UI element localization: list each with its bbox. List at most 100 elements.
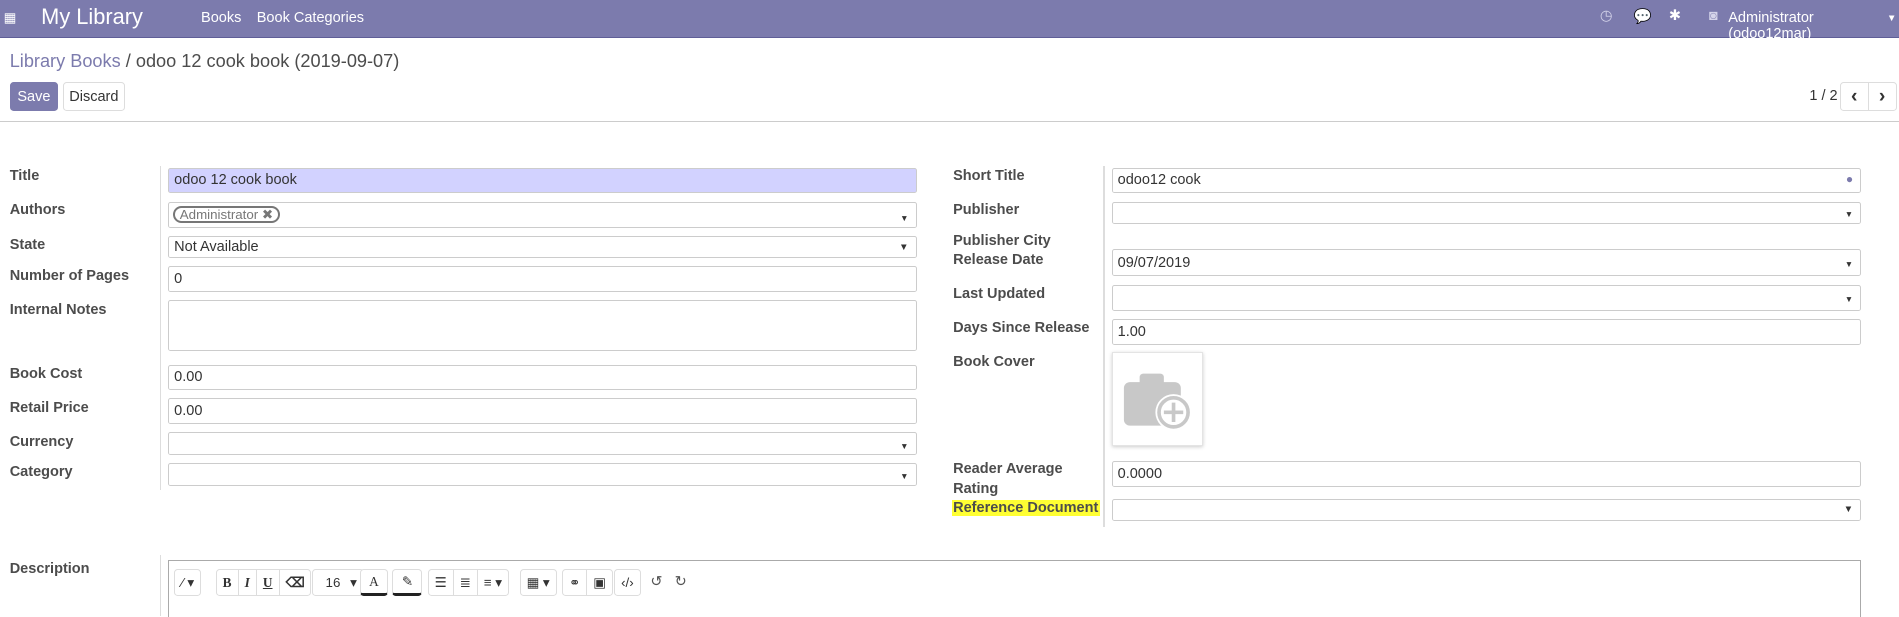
authors-input[interactable]: Administrator ✖ ▼ [168, 202, 917, 228]
category-input[interactable]: ▼ [168, 462, 917, 486]
state-select[interactable]: Not Available ▼ [168, 236, 917, 258]
authors-label: Authors [9, 202, 66, 219]
dropdown-caret-icon[interactable]: ▼ [900, 471, 908, 481]
image-icon[interactable]: ▣ [587, 570, 612, 595]
days-since-label: Days Since Release [953, 319, 1090, 336]
release-date-input[interactable]: 09/07/2019 ▼ [1111, 249, 1862, 277]
table-icon[interactable]: ▦ ▾ [521, 570, 556, 595]
publisher-input[interactable]: ▼ [1111, 202, 1862, 225]
short-title-input[interactable]: odoo12 cook ● [1111, 168, 1862, 193]
avatar-camera-icon: ◙ [1708, 8, 1718, 25]
apps-grid-icon[interactable]: ▦ [4, 10, 17, 26]
code-view-button[interactable]: ‹/› [614, 569, 641, 596]
publisher-city-label: Publisher City [953, 232, 1051, 249]
code-icon[interactable]: ‹/› [615, 570, 640, 595]
bug-icon[interactable]: ✱ [1669, 8, 1681, 24]
author-tag: Administrator ✖ [172, 206, 280, 224]
insert-group: ⚭ ▣ [561, 569, 613, 596]
title-input[interactable]: odoo 12 cook book [168, 168, 917, 193]
last-updated-label: Last Updated [953, 285, 1046, 302]
font-size-dropdown[interactable]: 16 ▾ [312, 569, 364, 596]
state-label: State [9, 237, 46, 254]
dropdown-caret-icon[interactable]: ▼ [1845, 259, 1853, 269]
dropdown-caret-icon[interactable]: ▼ [900, 441, 908, 451]
list-group: ☰ ≣ ≡ ▾ [427, 569, 510, 596]
notes-textarea[interactable] [168, 300, 917, 352]
magic-wand-icon[interactable]: ⁄ ▾ [175, 570, 200, 595]
book-cover-label: Book Cover [953, 353, 1035, 370]
style-dropdown[interactable]: ⁄ ▾ [174, 569, 202, 596]
clock-icon[interactable]: ◷ [1600, 8, 1613, 24]
last-updated-input[interactable]: ▼ [1111, 284, 1862, 312]
title-label: Title [9, 168, 40, 185]
notes-label: Internal Notes [9, 301, 107, 318]
eraser-icon[interactable]: ⌫ [280, 570, 311, 595]
app-title: My Library [41, 3, 143, 29]
remove-tag-icon[interactable]: ✖ [262, 207, 273, 223]
release-date-label: Release Date [953, 251, 1044, 268]
dropdown-caret-icon[interactable]: ▼ [1845, 294, 1853, 304]
rating-input[interactable]: 0.0000 [1111, 461, 1862, 487]
font-style-group: B I U ⌫ [215, 569, 312, 596]
save-button[interactable]: Save [9, 82, 59, 112]
breadcrumb: Library Books / odoo 12 cook book (2019-… [10, 51, 400, 72]
caret-down-icon[interactable]: ▼ [1887, 13, 1897, 24]
reference-document-select[interactable]: ▼ [1111, 498, 1862, 521]
reference-document-label: Reference Document [951, 500, 1100, 517]
redo-icon[interactable]: ↻ [675, 574, 687, 590]
font-size-value: 16 [325, 575, 341, 591]
chat-icon[interactable]: 💬 [1634, 8, 1652, 25]
currency-input[interactable]: ▼ [168, 432, 917, 456]
category-label: Category [9, 463, 73, 480]
description-label: Description [9, 560, 90, 577]
discard-button[interactable]: Discard [62, 82, 125, 112]
dropdown-caret-icon[interactable]: ▼ [900, 213, 908, 223]
menu-books[interactable]: Books [201, 10, 241, 26]
retail-label: Retail Price [9, 399, 89, 416]
select-caret-icon: ▼ [1843, 503, 1854, 515]
camera-plus-icon [1123, 374, 1192, 431]
rating-label-line2: Rating [953, 480, 999, 497]
divider [0, 121, 1899, 123]
bold-icon[interactable]: B [217, 570, 239, 595]
cost-input[interactable]: 0.00 [168, 364, 917, 390]
breadcrumb-separator: / [125, 50, 131, 71]
align-dropdown-icon[interactable]: ≡ ▾ [478, 570, 508, 595]
menu-book-categories[interactable]: Book Categories [257, 10, 364, 26]
group-separator [159, 554, 162, 617]
font-color-icon[interactable]: A [359, 569, 389, 596]
link-icon[interactable]: ⚭ [563, 570, 588, 595]
pager-value: 1 / 2 [1809, 88, 1838, 105]
pages-input[interactable]: 0 [168, 266, 917, 292]
table-dropdown[interactable]: ▦ ▾ [519, 569, 557, 596]
cost-label: Book Cost [9, 365, 83, 382]
undo-icon[interactable]: ↺ [650, 574, 662, 590]
book-cover-upload[interactable] [1111, 352, 1203, 446]
pager-next-button[interactable]: › [1867, 82, 1897, 112]
italic-icon[interactable]: I [239, 570, 257, 595]
user-menu[interactable]: Administrator (odoo12mar) [1728, 10, 1899, 42]
rating-label: Reader Average [953, 461, 1063, 478]
group-separator [1103, 165, 1105, 527]
state-value: Not Available [174, 239, 259, 256]
breadcrumb-parent[interactable]: Library Books [10, 51, 121, 71]
days-since-input[interactable]: 1.00 [1111, 318, 1862, 346]
author-tag-label: Administrator [179, 207, 259, 223]
dropdown-caret-icon[interactable]: ▼ [1845, 209, 1853, 219]
numbered-list-icon[interactable]: ≣ [454, 570, 478, 595]
description-editor[interactable] [168, 559, 1862, 617]
translate-globe-icon[interactable]: ● [1846, 172, 1853, 186]
pages-label: Number of Pages [9, 267, 130, 284]
pager-previous-button[interactable]: ‹ [1839, 82, 1869, 112]
group-separator [159, 165, 162, 491]
short-title-label: Short Title [953, 168, 1025, 185]
breadcrumb-current: odoo 12 cook book (2019-09-07) [135, 50, 400, 71]
currency-label: Currency [9, 433, 74, 450]
highlight-brush-icon[interactable]: ✎ [392, 569, 423, 596]
retail-input[interactable]: 0.00 [168, 398, 917, 424]
publisher-label: Publisher [953, 202, 1020, 219]
release-date-value: 09/07/2019 [1117, 254, 1191, 271]
bullet-list-icon[interactable]: ☰ [429, 570, 454, 595]
top-navbar: ▦ My Library Books Book Categories ◷ 💬 ✱… [0, 0, 1899, 42]
underline-icon[interactable]: U [257, 570, 280, 595]
